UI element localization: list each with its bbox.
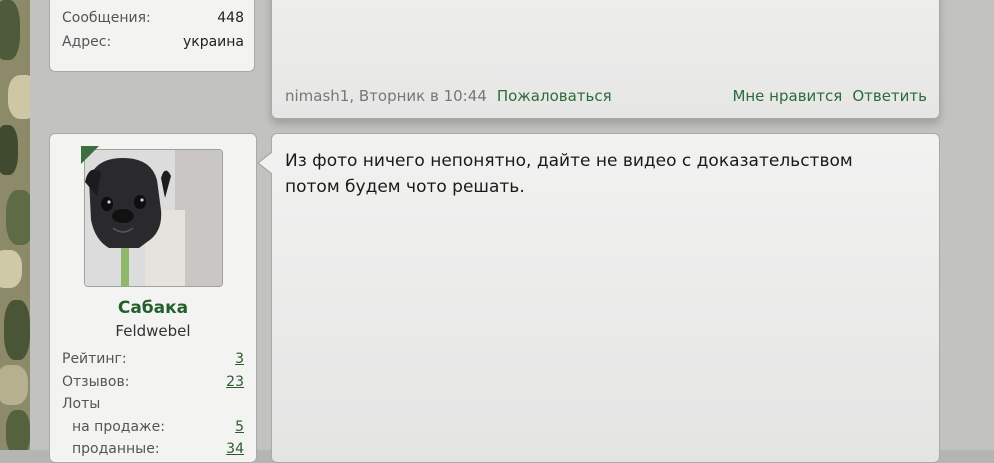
reviews-row: Отзывов: 23 (62, 374, 244, 394)
stat-label: на продаже: (72, 419, 165, 435)
post-meta: nimash1, Вторник в 10:44 Пожаловаться (285, 87, 612, 105)
lots-sold-row: проданные: 34 (62, 441, 244, 461)
post-user-info: Сабака Feldwebel Рейтинг: 3 Отзывов: 23 … (49, 133, 257, 463)
avatar-corner-badge (81, 146, 99, 164)
stat-label: Сообщения: (62, 10, 151, 26)
rating-value[interactable]: 3 (235, 351, 244, 367)
stat-value: 448 (217, 10, 244, 26)
like-link[interactable]: Мне нравится (732, 87, 842, 105)
stat-label: проданные: (72, 441, 160, 457)
stat-label: Отзывов: (62, 374, 130, 390)
user-title: Feldwebel (115, 322, 191, 340)
messages-count-row: Сообщения: 448 (62, 10, 244, 30)
stat-value: украина (182, 34, 244, 50)
lots-sold-value[interactable]: 34 (226, 441, 244, 457)
message-pointer (259, 152, 273, 174)
rating-row: Рейтинг: 3 (62, 351, 244, 371)
previous-post-message: nimash1, Вторник в 10:44 Пожаловаться Мне… (271, 0, 940, 119)
message-text: Из фото ничего непонятно, дайте не видео… (285, 151, 853, 197)
username[interactable]: Сабака (50, 298, 256, 318)
camo-background-strip (0, 0, 30, 450)
post-message: Из фото ничего непонятно, дайте не видео… (271, 133, 940, 463)
post-actions: Мне нравится Ответить (722, 87, 927, 105)
lots-on-sale-row: на продаже: 5 (62, 419, 244, 439)
stat-label: Рейтинг: (62, 351, 127, 367)
stat-label: Адрес: (62, 34, 112, 50)
lots-on-sale-value[interactable]: 5 (235, 419, 244, 435)
lots-row: Лоты (62, 396, 244, 416)
stat-label: Лоты (62, 396, 101, 412)
pug-avatar-image (85, 150, 222, 286)
address-row: Адрес: украина (62, 34, 244, 54)
previous-post-user-info: Сообщения: 448 Адрес: украина (49, 0, 255, 72)
avatar[interactable] (84, 149, 223, 287)
report-link[interactable]: Пожаловаться (497, 87, 612, 105)
reply-link[interactable]: Ответить (852, 87, 927, 105)
post-author-date[interactable]: nimash1, Вторник в 10:44 (285, 87, 487, 105)
reviews-value[interactable]: 23 (226, 374, 244, 390)
